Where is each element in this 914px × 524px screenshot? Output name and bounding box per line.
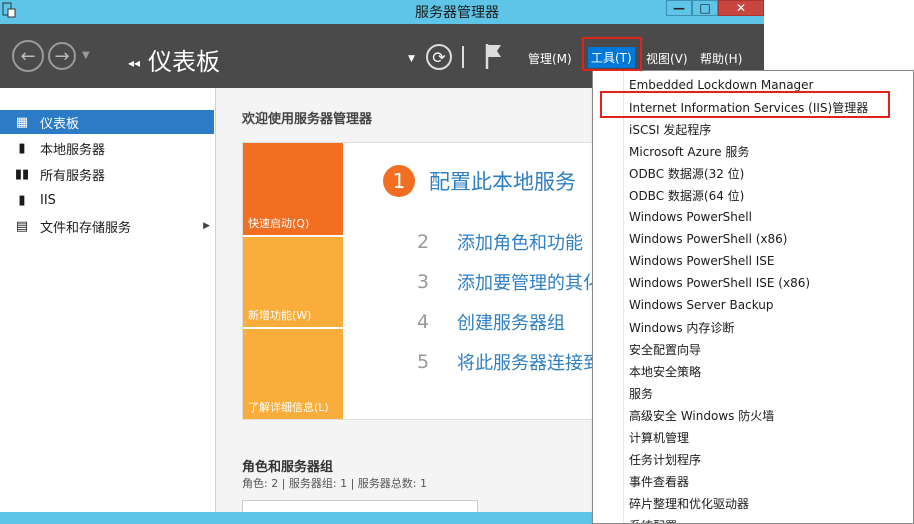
step-number: 4: [417, 311, 430, 333]
dashboard-icon: ▦: [15, 114, 29, 130]
step-link[interactable]: 将此服务器连接到: [457, 349, 601, 375]
highlight-box-tools: [582, 37, 642, 71]
tile-label: 新增功能(W): [248, 309, 312, 322]
arrow-left-icon: ←: [20, 45, 36, 67]
menu-gutter-line: [623, 71, 624, 523]
forward-button[interactable]: →: [48, 42, 76, 70]
refresh-button[interactable]: ⟳: [426, 44, 452, 70]
refresh-icon: ⟳: [432, 47, 446, 67]
menu-item-defrag[interactable]: 碎片整理和优化驱动器: [629, 492, 749, 514]
tile-label: 快速启动(Q): [248, 217, 310, 230]
sidebar-item-label: 仪表板: [40, 116, 80, 132]
menu-item-powershell-x86[interactable]: Windows PowerShell (x86): [629, 228, 787, 250]
menu-item-computer-management[interactable]: 计算机管理: [629, 426, 689, 448]
minimize-button[interactable]: —: [666, 0, 692, 16]
sidebar: ▦ 仪表板 ▮ 本地服务器 ▮▮ 所有服务器 ▮ IIS ▤ 文件和存储服务 ▶: [0, 88, 216, 524]
desktop-area: [764, 0, 914, 24]
menu-item-security-wizard[interactable]: 安全配置向导: [629, 338, 701, 360]
breadcrumb: ◂◂ 仪表板: [128, 42, 220, 77]
menu-item-iscsi[interactable]: iSCSI 发起程序: [629, 118, 711, 140]
step-number: 2: [417, 231, 430, 253]
sidebar-item-local-server[interactable]: ▮ 本地服务器: [0, 136, 214, 160]
maximize-button[interactable]: □: [692, 0, 718, 16]
breadcrumb-current: 仪表板: [148, 48, 221, 76]
step-create-group[interactable]: 4 创建服务器组: [417, 309, 565, 335]
menu-view[interactable]: 视图(V): [646, 50, 688, 67]
server-manager-window: 服务器管理器 — □ ✕ ← → ▼ ◂◂ 仪表板 ▼ ⟳ 管理(M) 工具(T)…: [0, 0, 914, 524]
close-button[interactable]: ✕: [718, 0, 764, 16]
sidebar-item-iis[interactable]: ▮ IIS: [0, 188, 214, 212]
step-link[interactable]: 添加要管理的其化: [457, 269, 601, 295]
menu-item-odbc-64[interactable]: ODBC 数据源(64 位): [629, 184, 744, 206]
arrow-right-icon: →: [54, 45, 70, 67]
menu-item-system-config[interactable]: 系统配置: [629, 514, 677, 524]
roles-section-title: 角色和服务器组: [242, 460, 334, 475]
welcome-heading: 欢迎使用服务器管理器: [242, 112, 373, 127]
quick-start-panel: 快速启动(Q) 新增功能(W) 了解详细信息(L) 1 配置此本地服务 2 添加…: [242, 142, 601, 420]
server-icon: ▮: [18, 140, 26, 156]
step-add-servers[interactable]: 3 添加要管理的其化: [417, 269, 601, 295]
menu-item-azure[interactable]: Microsoft Azure 服务: [629, 140, 749, 162]
tools-dropdown-menu: Embedded Lockdown Manager Internet Infor…: [592, 70, 914, 524]
menu-item-event-viewer[interactable]: 事件查看器: [629, 470, 689, 492]
step-number: 5: [417, 351, 430, 373]
menu-item-server-backup[interactable]: Windows Server Backup: [629, 294, 774, 316]
step-number: 3: [417, 271, 430, 293]
back-button[interactable]: ←: [12, 40, 44, 72]
menu-item-odbc-32[interactable]: ODBC 数据源(32 位): [629, 162, 744, 184]
servers-icon: ▮▮: [14, 166, 30, 182]
tile-learn-more[interactable]: 了解详细信息(L): [243, 329, 343, 419]
tile-label: 了解详细信息(L): [248, 401, 329, 414]
step-add-roles[interactable]: 2 添加角色和功能: [417, 229, 583, 255]
tile-whats-new[interactable]: 新增功能(W): [243, 237, 343, 327]
step-number: 1: [383, 165, 415, 197]
menu-item-local-security-policy[interactable]: 本地安全策略: [629, 360, 701, 382]
step-link[interactable]: 配置此本地服务: [429, 166, 576, 196]
sidebar-item-file-storage[interactable]: ▤ 文件和存储服务 ▶: [0, 214, 214, 238]
step-link[interactable]: 创建服务器组: [457, 309, 565, 335]
sidebar-item-label: 本地服务器: [40, 142, 106, 158]
sidebar-item-label: 所有服务器: [40, 168, 106, 184]
roles-summary: 角色: 2 | 服务器组: 1 | 服务器总数: 1: [242, 477, 428, 490]
sidebar-item-label: IIS: [40, 192, 56, 208]
menu-item-memory-diagnostic[interactable]: Windows 内存诊断: [629, 316, 734, 338]
file-storage-icon: ▤: [15, 218, 29, 234]
menu-item-task-scheduler[interactable]: 任务计划程序: [629, 448, 701, 470]
minimize-icon: —: [673, 1, 685, 15]
sidebar-item-all-servers[interactable]: ▮▮ 所有服务器: [0, 162, 214, 186]
maximize-icon: □: [699, 1, 711, 15]
sidebar-item-dashboard[interactable]: ▦ 仪表板: [0, 110, 214, 134]
highlight-box-iis-manager: [600, 91, 890, 118]
notifications-flag-icon[interactable]: [484, 42, 504, 70]
menu-item-firewall[interactable]: 高级安全 Windows 防火墙: [629, 404, 774, 426]
menu-item-powershell-ise[interactable]: Windows PowerShell ISE: [629, 250, 775, 272]
step-connect-cloud[interactable]: 5 将此服务器连接到: [417, 349, 601, 375]
sidebar-item-label: 文件和存储服务: [40, 220, 132, 236]
history-dropdown-icon[interactable]: ▼: [82, 50, 90, 61]
expand-arrow-icon[interactable]: ▶: [203, 221, 210, 231]
menu-help[interactable]: 帮助(H): [700, 50, 742, 67]
breadcrumb-arrows-icon: ◂◂: [128, 56, 141, 70]
menu-item-services[interactable]: 服务: [629, 382, 653, 404]
menu-item-powershell[interactable]: Windows PowerShell: [629, 206, 752, 228]
step-link[interactable]: 添加角色和功能: [457, 229, 583, 255]
iis-icon: ▮: [18, 192, 26, 208]
menu-manage[interactable]: 管理(M): [528, 50, 572, 67]
desktop-area-toolbar: [764, 24, 914, 70]
menu-item-powershell-ise-x86[interactable]: Windows PowerShell ISE (x86): [629, 272, 810, 294]
close-icon: ✕: [735, 1, 747, 15]
tile-quick-start[interactable]: 快速启动(Q): [243, 143, 343, 235]
toolbar-divider: [462, 46, 464, 68]
breadcrumb-dropdown-icon[interactable]: ▼: [408, 54, 415, 64]
step-configure-local-server[interactable]: 1 配置此本地服务: [383, 165, 576, 197]
taskbar-strip: [0, 512, 592, 524]
